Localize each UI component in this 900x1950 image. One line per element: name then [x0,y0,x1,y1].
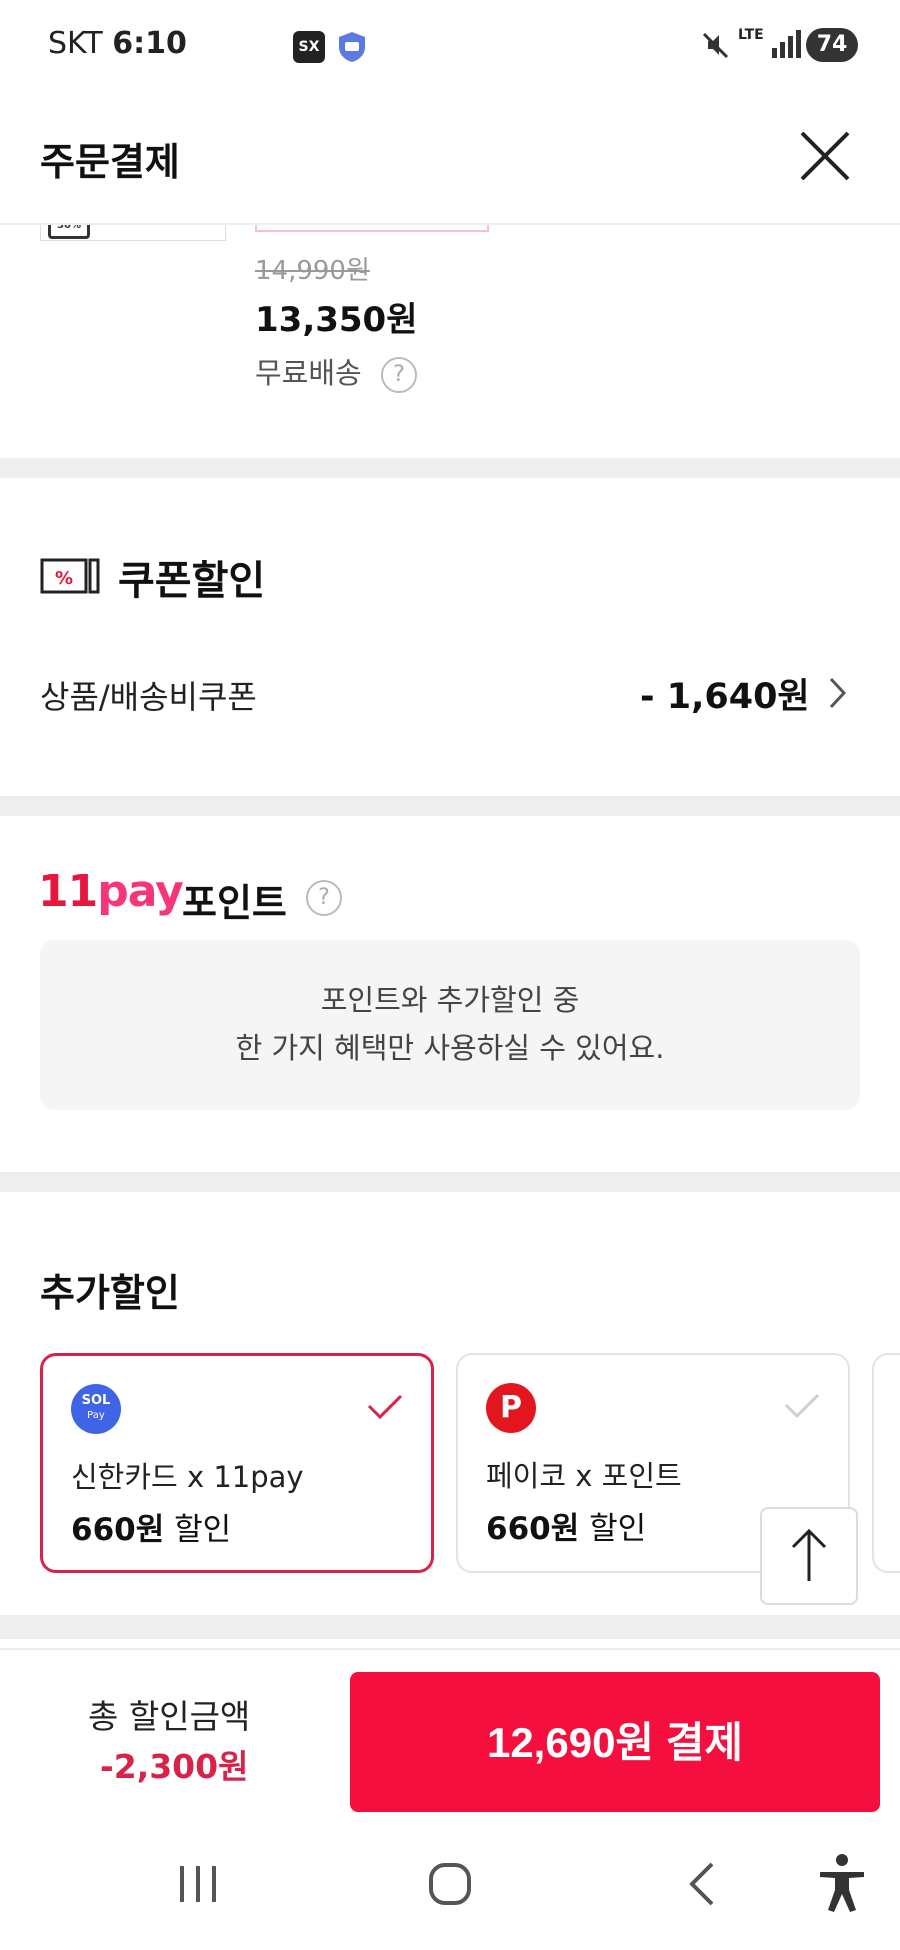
check-icon [784,1393,820,1419]
help-icon[interactable]: ? [306,880,342,916]
sale-price: 13,350원 [255,300,418,340]
section-divider [0,458,900,478]
arrow-up-icon [791,1528,827,1581]
coupon-section-title: 쿠폰할인 [118,558,266,604]
shinhan-sol-pay-logo-icon: SOL Pay [71,1384,121,1434]
scroll-to-top-button[interactable] [760,1507,858,1605]
section-divider [0,1172,900,1192]
sol-logo-text: SOL [81,1393,111,1408]
coupon-icon: % [40,558,100,594]
discount-amount-suffix: 할인 [579,1511,647,1547]
discount-card-partial[interactable] [872,1353,900,1573]
page-title: 주문결제 [40,140,180,184]
11pay-logo-number: 11 [38,866,98,917]
battery-indicator: 74 [806,28,858,62]
app-notification-icon: SX [293,31,325,63]
discount-card-amount: 660원 할인 [486,1503,646,1548]
discount-amount-suffix: 할인 [164,1512,232,1548]
section-divider [0,796,900,816]
pay-button[interactable]: 12,690원 결제 [350,1672,880,1812]
page-header: 주문결제 [0,95,900,225]
discount-amount-value: 660원 [486,1511,580,1547]
extra-discount-title: 추가할인 [40,1271,180,1315]
coupon-icon-glyph: % [55,568,73,589]
shipping-info: 무료배송 ? [255,350,417,393]
total-discount-label: 총 할인금액 [88,1697,251,1736]
payco-logo-icon: P [486,1383,536,1433]
sol-logo-sub: Pay [87,1410,105,1421]
discount-amount-value: 660원 [71,1512,165,1548]
back-icon[interactable] [662,1844,742,1924]
status-carrier-time: SKT 6:10 [48,26,187,61]
discount-card-shinhan[interactable]: SOL Pay 신한카드 x 11pay 660원 할인 [40,1353,434,1573]
shield-icon [339,32,365,62]
mute-icon [702,32,729,59]
11pay-logo-text: pay [97,866,184,917]
section-divider [0,1615,900,1639]
shipping-label: 무료배송 [255,356,362,390]
chevron-right-icon[interactable] [828,676,848,710]
check-icon [367,1394,403,1420]
original-price: 14,990원 [255,256,370,286]
accessibility-icon[interactable] [802,1844,882,1924]
11pay-logo: 11pay [38,866,184,917]
status-time: 6:10 [112,26,187,61]
points-title: 포인트 [182,881,287,925]
total-discount-amount: -2,300원 [100,1747,249,1786]
close-icon[interactable] [796,127,854,185]
coupon-row-label[interactable]: 상품/배송비쿠폰 [40,672,257,718]
checkout-bar: 총 할인금액 -2,300원 12,690원 결제 [0,1648,900,1822]
help-icon[interactable]: ? [380,357,417,393]
points-notice-box: 포인트와 추가할인 중 한 가지 혜택만 사용하실 수 있어요. [40,940,860,1110]
network-type: LTE [738,27,764,43]
coupon-row-value[interactable]: - 1,640원 [640,668,810,719]
points-notice-line2: 한 가지 혜택만 사용하실 수 있어요. [235,1031,665,1065]
discount-card-amount: 660원 할인 [71,1504,231,1549]
points-notice-line1: 포인트와 추가할인 중 [320,983,580,1017]
discount-card-name: 신한카드 x 11pay [71,1460,304,1494]
system-nav-bar [0,1820,900,1950]
status-carrier: SKT [48,26,103,61]
signal-icon [772,30,801,58]
status-bar: SKT 6:10 SX LTE 74 [0,0,900,95]
home-icon[interactable] [410,1844,490,1924]
discount-card-name: 페이코 x 포인트 [486,1459,682,1493]
recent-apps-icon[interactable] [158,1844,238,1924]
